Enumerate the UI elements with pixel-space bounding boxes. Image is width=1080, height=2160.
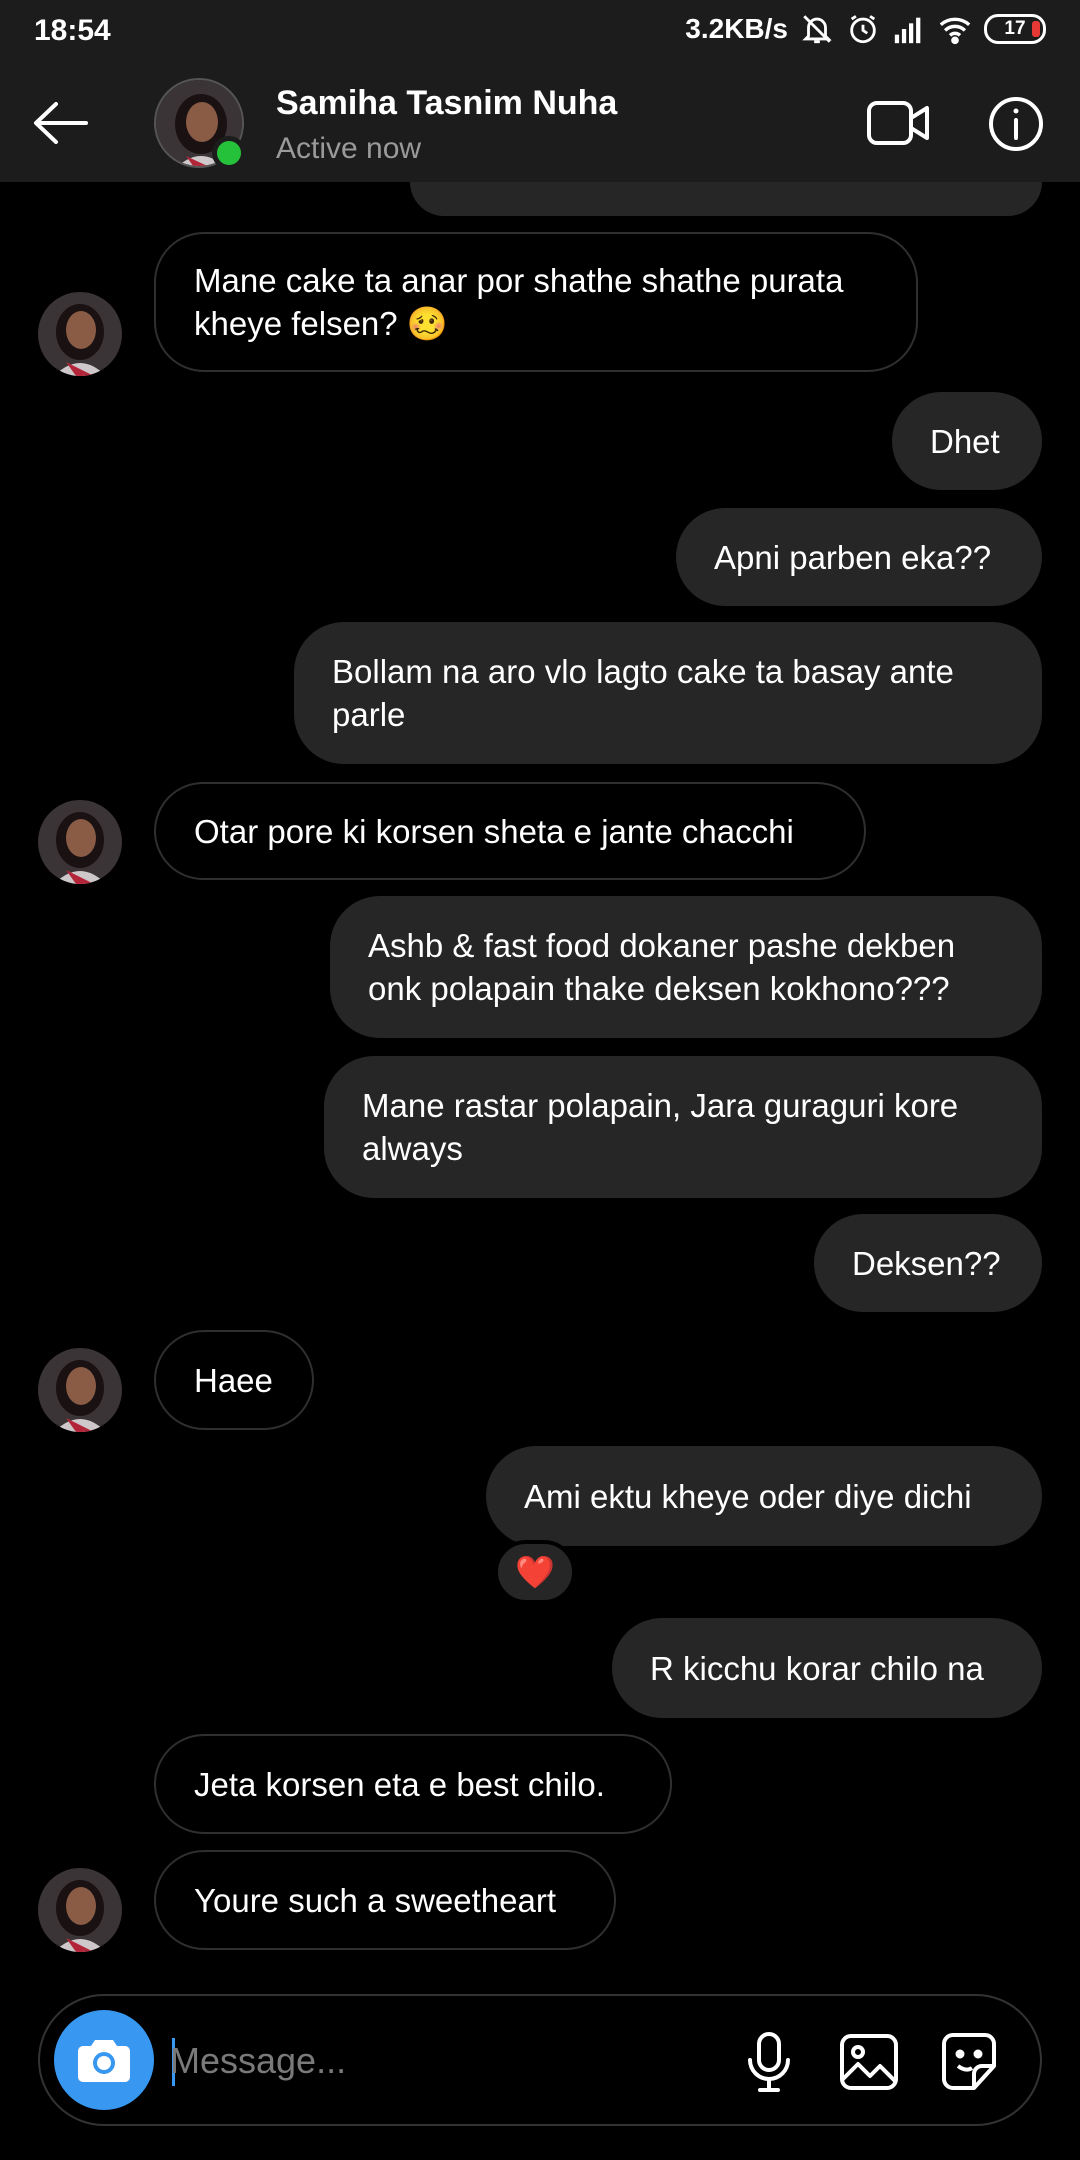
microphone-icon[interactable]	[738, 2030, 800, 2094]
message-bubble-partial	[410, 182, 1042, 216]
wifi-icon	[939, 17, 971, 45]
message-bubble-incoming[interactable]: Mane cake ta anar por shathe shathe pura…	[154, 232, 918, 372]
message-bubble-outgoing[interactable]: Ashb & fast food dokaner pashe dekben on…	[330, 896, 1042, 1038]
signal-icon	[894, 17, 921, 44]
sender-avatar	[38, 292, 122, 376]
battery-icon: 17	[984, 14, 1046, 44]
message-bubble-incoming[interactable]: Jeta korsen eta e best chilo.	[154, 1734, 672, 1834]
message-bubble-incoming[interactable]: Youre such a sweetheart	[154, 1850, 616, 1950]
battery-level: 17	[1004, 18, 1026, 39]
contact-name[interactable]: Samiha Tasnim Nuha	[276, 84, 617, 123]
message-bubble-incoming[interactable]: Haee	[154, 1330, 314, 1430]
message-bubble-outgoing[interactable]: Apni parben eka??	[676, 508, 1042, 606]
status-bar: 18:54 3.2KB/s 17	[0, 0, 1080, 62]
message-bubble-outgoing[interactable]: Ami ektu kheye oder diye dichi	[486, 1446, 1042, 1546]
heart-icon: ❤️	[515, 1554, 555, 1590]
alarm-icon	[850, 15, 876, 44]
message-bubble-outgoing[interactable]: R kicchu korar chilo na	[612, 1618, 1042, 1718]
back-arrow-icon[interactable]	[28, 90, 94, 156]
message-bubble-outgoing[interactable]: Deksen??	[814, 1214, 1042, 1312]
info-icon[interactable]	[988, 96, 1044, 152]
camera-button[interactable]	[54, 2010, 154, 2110]
mute-bell-icon	[802, 15, 832, 44]
message-bubble-outgoing[interactable]: Mane rastar polapain, Jara guraguri kore…	[324, 1056, 1042, 1198]
contact-status: Active now	[276, 132, 422, 165]
video-call-icon[interactable]	[866, 96, 930, 150]
message-bubble-outgoing[interactable]: Bollam na aro vlo lagto cake ta basay an…	[294, 622, 1042, 764]
sticker-icon[interactable]	[938, 2030, 1000, 2094]
status-time: 18:54	[34, 14, 111, 47]
gallery-icon[interactable]	[838, 2030, 900, 2094]
camera-icon	[78, 2040, 130, 2082]
message-bubble-outgoing[interactable]: Dhet	[892, 392, 1042, 490]
sender-avatar	[38, 1868, 122, 1952]
sender-avatar	[38, 800, 122, 884]
chat-header: Samiha Tasnim Nuha Active now	[0, 62, 1080, 182]
message-composer	[38, 1994, 1042, 2126]
status-icons: 3.2KB/s 17	[685, 12, 1046, 46]
online-indicator	[212, 136, 246, 170]
sender-avatar	[38, 1348, 122, 1432]
heart-reaction[interactable]: ❤️	[494, 1540, 576, 1604]
contact-avatar[interactable]	[154, 78, 246, 170]
message-bubble-incoming[interactable]: Otar pore ki korsen sheta e jante chacch…	[154, 782, 866, 880]
network-speed: 3.2KB/s	[685, 13, 788, 44]
message-input[interactable]	[170, 2026, 730, 2096]
